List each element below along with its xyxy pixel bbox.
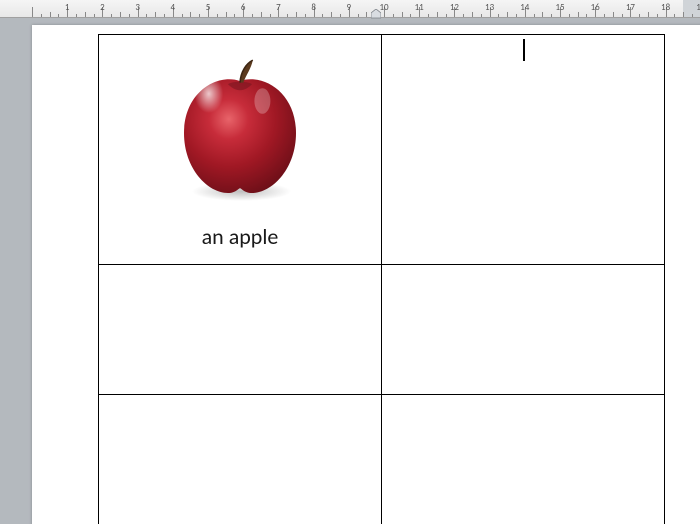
ruler-number: 13 [485,2,494,13]
table-cell[interactable] [382,265,665,395]
ruler-number: 9 [347,2,352,13]
ruler-number: 2 [100,2,105,13]
ruler-number: 12 [450,2,459,13]
ruler-number: 8 [311,2,316,13]
ruler-number: 11 [415,2,424,13]
document-workspace: an apple [0,18,700,524]
ruler-number: 19 [696,2,700,13]
ruler-number: 14 [520,2,529,13]
ruler-number: 17 [626,2,635,13]
ruler-number: 15 [555,2,564,13]
ruler-number: 16 [591,2,600,13]
cell-caption[interactable]: an apple [202,223,279,250]
table-cell[interactable] [382,35,665,265]
text-cursor [523,39,525,61]
document-table[interactable]: an apple [98,34,665,524]
apple-image[interactable] [155,39,325,219]
table-cell[interactable] [99,265,382,395]
ruler-number: 3 [135,2,140,13]
table-row [99,395,665,524]
table-cell[interactable]: an apple [99,35,382,265]
table-cell[interactable] [382,395,665,524]
ruler-number: 6 [241,2,246,13]
ruler-number: 5 [206,2,211,13]
ruler-number: 18 [661,2,670,13]
document-page[interactable]: an apple [32,25,700,524]
ruler-number: 7 [276,2,281,13]
horizontal-ruler[interactable]: 12345678910111213141516171819 [0,0,700,18]
table-row [99,265,665,395]
cell-content: an apple [99,35,381,264]
ruler-number: 1 [65,2,70,13]
ruler-indent-marker[interactable] [371,9,379,17]
table-row: an apple [99,35,665,265]
table-cell[interactable] [99,395,382,524]
ruler-number: 4 [171,2,176,13]
